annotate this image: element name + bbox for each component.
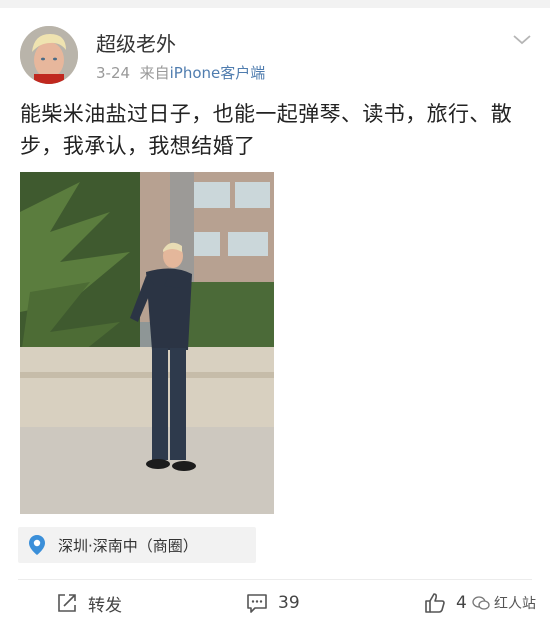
- username[interactable]: 超级老外: [96, 28, 176, 57]
- source-link[interactable]: iPhone客户端: [170, 64, 266, 82]
- comment-button[interactable]: 39: [246, 588, 300, 618]
- post-meta: 3-24 来自iPhone客户端: [96, 62, 265, 83]
- avatar-image: [20, 26, 78, 84]
- watermark: 红人站: [468, 589, 540, 617]
- location-pin-icon: [29, 535, 45, 555]
- post-photo[interactable]: [20, 172, 274, 514]
- repost-label: 转发: [88, 595, 122, 616]
- divider: [18, 579, 532, 580]
- repost-button[interactable]: 转发: [56, 588, 122, 618]
- photo-image: [20, 172, 274, 514]
- watermark-text: 红人站: [494, 596, 536, 612]
- repost-icon: [58, 594, 76, 612]
- avatar[interactable]: [20, 26, 78, 84]
- post-date: 3-24: [96, 64, 131, 82]
- comment-count: 39: [278, 593, 300, 613]
- post-text: 能柴米油盐过日子，也能一起弹琴、读书，旅行、散步，我承认，我想结婚了: [20, 102, 513, 158]
- chevron-down-icon: [513, 35, 531, 45]
- source-prefix: 来自: [139, 64, 170, 82]
- post-menu-button[interactable]: [510, 30, 534, 50]
- top-strip: [0, 0, 550, 8]
- location-tag[interactable]: 深圳·深南中（商圈）: [18, 527, 256, 563]
- thumbs-up-icon: [425, 593, 445, 613]
- like-button[interactable]: 4: [424, 588, 467, 618]
- comment-icon: [247, 594, 267, 613]
- wechat-icon: [472, 596, 490, 610]
- like-count: 4: [456, 593, 467, 613]
- location-text: 深圳·深南中（商圈）: [58, 536, 198, 555]
